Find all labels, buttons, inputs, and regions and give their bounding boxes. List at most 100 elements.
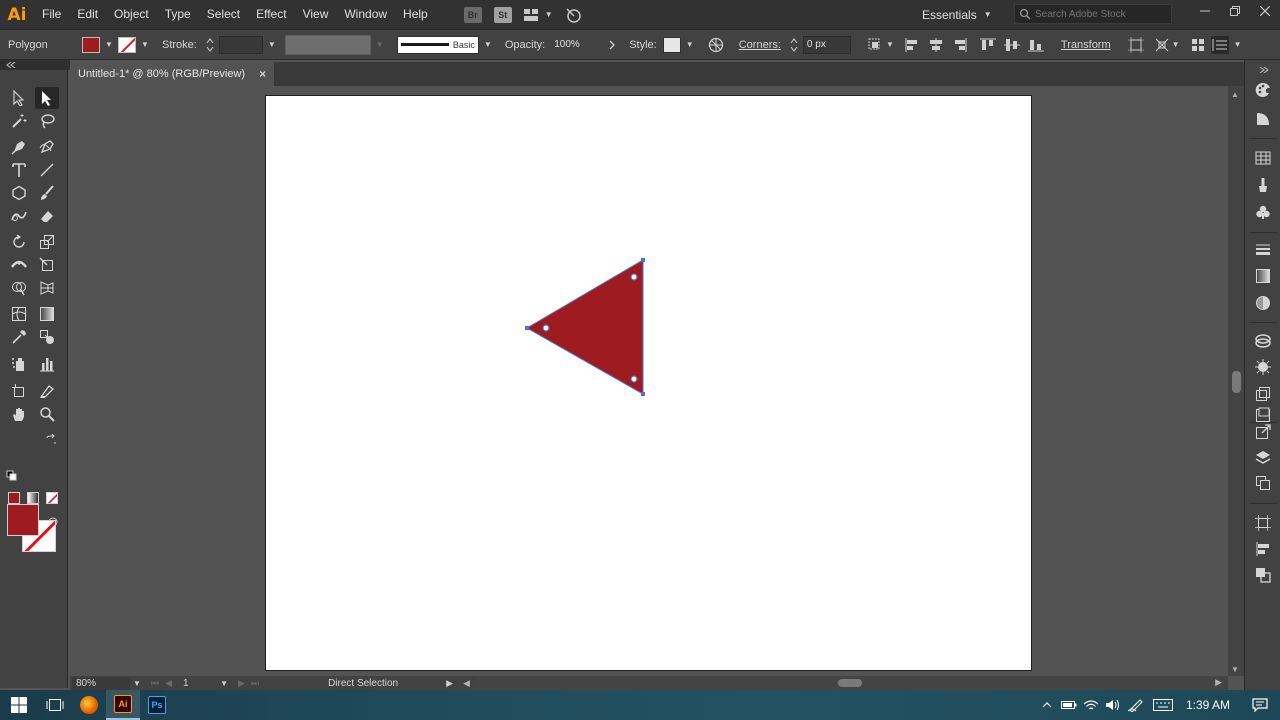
panel-menu-icon[interactable] <box>1210 35 1229 54</box>
select-similar-icon[interactable] <box>1153 36 1171 54</box>
menu-edit[interactable]: Edit <box>69 0 106 29</box>
task-view-button[interactable] <box>38 690 72 720</box>
chevron-down-icon[interactable]: ▼ <box>1233 40 1243 50</box>
stock-button[interactable]: St <box>493 6 512 23</box>
stroke-weight-field[interactable] <box>218 35 263 54</box>
gpu-performance-icon[interactable] <box>564 6 582 24</box>
color-guide-icon[interactable] <box>1254 110 1272 128</box>
scroll-down-icon[interactable]: ▼ <box>1231 665 1239 674</box>
menu-view[interactable]: View <box>295 0 337 29</box>
zoom-field[interactable]: 80% <box>72 676 130 690</box>
chevron-down-icon[interactable]: ▼ <box>219 678 229 688</box>
close-tab-icon[interactable]: × <box>259 67 266 81</box>
fill-color-box[interactable] <box>7 504 39 536</box>
artboard-tool[interactable] <box>7 380 31 402</box>
canvas-area[interactable] <box>70 86 1230 676</box>
stroke-swatch[interactable] <box>118 36 136 53</box>
align-top-icon[interactable] <box>979 36 997 54</box>
pen-tool[interactable] <box>7 136 31 158</box>
hand-tool[interactable] <box>7 403 31 425</box>
polygon-tool[interactable] <box>7 182 31 204</box>
gradient-tool[interactable] <box>35 303 59 325</box>
photoshop-taskbar-button[interactable]: Ps <box>140 690 174 720</box>
pen-workspace-button[interactable] <box>1124 690 1148 720</box>
stroke-weight-stepper[interactable] <box>201 36 219 54</box>
status-menu-icon[interactable]: ▶ <box>446 678 453 689</box>
stock-search-box[interactable] <box>1014 4 1172 24</box>
line-segment-tool[interactable] <box>35 159 59 181</box>
next-artboard-icon[interactable]: ▶ <box>238 678 245 689</box>
firefox-taskbar-button[interactable] <box>72 690 106 720</box>
restore-button[interactable] <box>1220 0 1250 22</box>
pathfinder-panel-icon[interactable] <box>1254 566 1272 584</box>
live-corner-widget[interactable] <box>542 324 550 332</box>
align-to-icon[interactable] <box>867 36 885 54</box>
horizontal-scrollbar[interactable]: ▶ <box>476 676 1228 690</box>
artboards-panel-icon[interactable] <box>1254 474 1272 492</box>
mesh-tool[interactable] <box>7 303 31 325</box>
dock-collapse-icon[interactable] <box>1259 62 1269 76</box>
zoom-tool[interactable] <box>35 403 59 425</box>
selection-tool[interactable] <box>7 87 31 109</box>
isolate-object-icon[interactable] <box>1127 36 1145 54</box>
type-tool[interactable] <box>7 159 31 181</box>
scroll-right-icon[interactable]: ▶ <box>1215 677 1222 688</box>
scroll-left-icon[interactable]: ◀ <box>463 678 470 689</box>
appearance-panel-icon[interactable] <box>1254 332 1272 350</box>
status-text[interactable]: Direct Selection <box>328 678 446 689</box>
previous-artboard-icon[interactable]: ◀ <box>165 678 172 689</box>
document-tab[interactable]: Untitled-1* @ 80% (RGB/Preview) × <box>70 62 275 86</box>
menu-effect[interactable]: Effect <box>248 0 294 29</box>
corners-field[interactable]: 0 px <box>802 35 851 54</box>
align-right-icon[interactable] <box>951 36 969 54</box>
anchor-point[interactable] <box>525 326 529 330</box>
width-tool[interactable] <box>7 254 31 276</box>
last-artboard-icon[interactable]: ⏭ <box>251 678 259 689</box>
brushes-panel-icon[interactable] <box>1254 176 1272 194</box>
menu-help[interactable]: Help <box>395 0 436 29</box>
chevron-down-icon[interactable]: ▼ <box>267 40 277 50</box>
taskbar-clock[interactable]: 1:39 AM <box>1186 698 1230 712</box>
arrange-icon[interactable] <box>1189 36 1207 54</box>
align-bottom-icon[interactable] <box>1027 36 1045 54</box>
network-button[interactable] <box>1080 690 1102 720</box>
symbols-panel-icon[interactable] <box>1254 203 1272 221</box>
anchor-point[interactable] <box>641 392 645 396</box>
free-transform-tool[interactable] <box>35 254 59 276</box>
scale-tool[interactable] <box>35 231 59 253</box>
action-center-button[interactable] <box>1240 690 1280 720</box>
slice-tool[interactable] <box>35 380 59 402</box>
stroke-panel-icon[interactable] <box>1254 240 1272 258</box>
export-panel-icon[interactable] <box>1254 423 1272 441</box>
volume-button[interactable] <box>1102 690 1124 720</box>
menu-window[interactable]: Window <box>336 0 395 29</box>
chevron-right-icon[interactable] <box>603 36 621 54</box>
layers-panel-icon[interactable] <box>1254 449 1272 467</box>
align-center-icon[interactable] <box>927 36 945 54</box>
lasso-tool[interactable] <box>35 110 59 132</box>
vertical-scrollbar[interactable]: ▲ ▼ <box>1228 86 1244 676</box>
rotate-tool[interactable] <box>7 231 31 253</box>
minimize-button[interactable] <box>1190 0 1220 22</box>
graphic-styles-panel-icon[interactable] <box>1254 358 1272 376</box>
graphic-style-swatch[interactable] <box>662 36 681 53</box>
scroll-up-icon[interactable]: ▲ <box>1231 90 1239 99</box>
brush-definition[interactable]: Basic <box>396 35 479 54</box>
swatches-panel-icon[interactable] <box>1254 149 1272 167</box>
none-mode-button[interactable] <box>46 492 58 504</box>
variable-width-profile[interactable] <box>284 34 371 55</box>
chevron-down-icon[interactable]: ▼ <box>132 678 142 688</box>
paintbrush-tool[interactable] <box>35 182 59 204</box>
chevron-down-icon[interactable]: ▼ <box>483 40 493 50</box>
gradient-mode-button[interactable] <box>27 492 39 504</box>
align-middle-icon[interactable] <box>1003 36 1021 54</box>
transform-panel-icon[interactable] <box>1254 514 1272 532</box>
illustrator-taskbar-button[interactable]: Ai <box>106 690 140 720</box>
shaper-tool[interactable] <box>7 205 31 227</box>
show-hidden-icons-button[interactable] <box>1036 690 1058 720</box>
first-artboard-icon[interactable]: ⏮ <box>151 678 159 689</box>
perspective-grid-tool[interactable] <box>35 277 59 299</box>
start-button[interactable] <box>0 690 38 720</box>
vertical-scroll-thumb[interactable] <box>1232 371 1241 393</box>
default-fill-stroke-icon[interactable] <box>6 470 18 485</box>
